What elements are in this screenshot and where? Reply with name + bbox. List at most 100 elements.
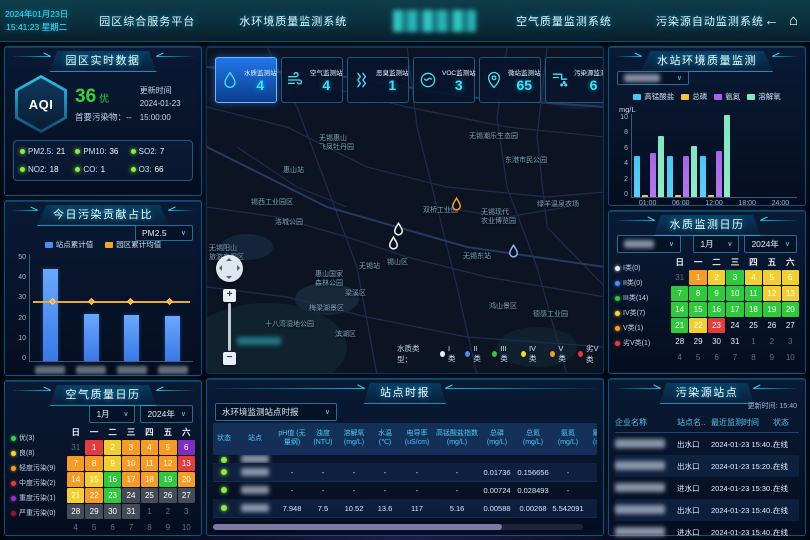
station-filter-空气监测站[interactable]: 空气监测站4	[281, 57, 343, 103]
water-station-marker[interactable]	[449, 195, 464, 214]
value-cell: 0.156656	[515, 468, 551, 477]
station-filter-VOC监测站[interactable]: VOC监测站3	[413, 57, 475, 103]
station-filter-水质监测站[interactable]: 水质监测站4	[215, 57, 277, 103]
metric-name: NO2:	[28, 165, 47, 174]
station-filter-label: VOC监测站	[442, 67, 476, 77]
legend-dot	[492, 351, 497, 357]
y-tick: 30	[18, 294, 26, 301]
time-cell: 2024-01-23 15:30..	[711, 484, 773, 493]
bar-group	[665, 114, 698, 197]
nav-tab[interactable]: 空气质量监测系统	[516, 13, 612, 29]
chevron-down-icon: ∨	[325, 408, 330, 416]
water-station-marker[interactable]	[386, 234, 401, 253]
time-text: 15:41:23 星期二	[0, 21, 73, 33]
nav-tab[interactable]: 污染源自动监测系统	[656, 13, 764, 29]
update-time: 更新时间 2024-01-23 15:00:00	[140, 84, 191, 125]
primary-pollutant-label: 首要污染物：	[75, 112, 126, 122]
legend-swatch	[747, 94, 755, 100]
legend-label: 站点累计值	[56, 239, 94, 250]
table-row: ------0.007240.028493-	[213, 482, 597, 500]
station-filter-label: 空气监测站	[310, 67, 343, 77]
pollutant-select[interactable]: PM2.5∨	[135, 225, 193, 241]
report-type-select[interactable]: 水环境监测站点时报∨	[215, 403, 337, 421]
metric-dot	[131, 167, 136, 172]
legend-swatch	[45, 242, 53, 248]
station-filter-污染源监测站[interactable]: 污染源监测站6	[545, 57, 604, 103]
bar	[165, 316, 180, 361]
calendar-day: 4	[141, 440, 158, 455]
map-place-label: 东港市民公园	[505, 157, 547, 166]
station-name-redacted	[241, 468, 269, 476]
table-header-row: 状态站点pH值 (无量纲)浊度 (NTU)溶解氧 (mg/L)水温 (℃)电导率…	[213, 423, 597, 455]
metric-PM2.5: PM2.5:21	[20, 147, 75, 156]
map-place-label: 无锡现代 农业博览园	[481, 209, 516, 227]
year-select-value: 2024年	[751, 238, 778, 250]
home-icon[interactable]: ⌂	[789, 12, 798, 29]
calendar-day: 10	[726, 286, 743, 301]
map-panel: 无锡惠山 飞凤牡丹园惠山站锡西工业园区洛城公园无锡阳山 旅游度假区惠山国家 森林…	[206, 46, 604, 374]
horizontal-scrollbar[interactable]	[213, 524, 583, 530]
scrollbar-thumb[interactable]	[213, 524, 502, 530]
metric-SO2: SO2:7	[131, 147, 186, 156]
legend-label: 氨氮	[725, 91, 740, 102]
year-select[interactable]: 2024年∨	[140, 405, 193, 423]
panel-realtime-data: 园区实时数据 AQI 36优 首要污染物：-- 更新时间 2024-01-23 …	[4, 46, 202, 196]
map-place-label: 惠山国家 森林公园	[315, 271, 343, 289]
time-cell: 2024-01-23 15:40..	[711, 440, 773, 449]
station-cell: 进水口	[677, 527, 711, 538]
legend-dot	[11, 436, 16, 441]
month-select[interactable]: 1月∨	[693, 235, 739, 253]
metric-dot	[75, 149, 80, 154]
calendar-body: I类(0)II类(0)III类(14)IV类(7)V类(1)劣V类(1) 日一二…	[609, 253, 805, 365]
legend-item: 站点累计值	[45, 239, 94, 250]
station-filter-恶臭监测站[interactable]: 恶臭监测站1	[347, 57, 409, 103]
month-select[interactable]: 1月∨	[89, 405, 135, 423]
year-select[interactable]: 2024年∨	[744, 235, 797, 253]
legend-label: 严重污染(0)	[19, 508, 56, 518]
column-header: 企业名称	[615, 417, 677, 428]
metric-PM10: PM10:36	[75, 147, 130, 156]
station-select[interactable]: ∨	[617, 235, 681, 253]
aqi-values: 36优 首要污染物：--	[75, 86, 132, 123]
legend-item: II类(0)	[615, 278, 671, 288]
map-place-label: 无锡站	[359, 263, 380, 272]
system-title-redacted	[393, 10, 476, 32]
column-header: pH值 (无量纲)	[275, 430, 309, 448]
station-select[interactable]: ∨	[617, 71, 689, 85]
calendar-day: 5	[763, 270, 780, 285]
map-zoom-out-button[interactable]: −	[223, 352, 236, 365]
station-filter-微站监测站[interactable]: 微站监测站65	[479, 57, 541, 103]
bar	[691, 146, 697, 197]
legend-items: I类II类III类IV类V类劣V类	[440, 343, 603, 365]
legend-label: V类(1)	[623, 323, 643, 333]
nav-tab[interactable]: 水环境质量监测系统	[239, 13, 347, 29]
water-station-marker[interactable]	[506, 242, 521, 261]
map-place-label: 无锡潮乐生态园	[469, 133, 518, 142]
map-zoom-in-button[interactable]: +	[223, 289, 236, 302]
nav-tab[interactable]: 园区综合服务平台	[99, 13, 195, 29]
column-header: 氨氮 (mg/L)	[551, 430, 585, 448]
calendar-day: 14	[67, 472, 84, 487]
legend-dot	[550, 351, 555, 357]
metric-value: 18	[50, 165, 59, 174]
value-cell: -	[435, 486, 479, 495]
legend-swatch	[681, 94, 689, 100]
station-name-redacted	[241, 504, 269, 512]
bar	[634, 156, 640, 198]
x-tick: 24:00	[764, 200, 797, 207]
calendar-day: 29	[689, 334, 706, 349]
status-cell	[213, 486, 235, 495]
calendar-day: 9	[708, 286, 725, 301]
time-cell: 2024-01-23 15:40..	[711, 528, 773, 537]
x-tick: 18:00	[731, 200, 764, 207]
station-filter-label: 恶臭监测站	[376, 67, 409, 77]
calendar-day: 5	[159, 440, 176, 455]
calendar-day: 1	[141, 504, 158, 519]
map-pan-control[interactable]	[216, 255, 243, 282]
status-cell: 在线	[773, 505, 801, 516]
y-tick: 40	[18, 274, 26, 281]
back-icon[interactable]: ←	[764, 12, 779, 29]
legend-item: 优(3)	[11, 433, 67, 443]
map-zoom-slider[interactable]	[228, 303, 231, 351]
calendar-grid: 日一二三四五六311234567891011121314151617181920…	[671, 255, 799, 365]
